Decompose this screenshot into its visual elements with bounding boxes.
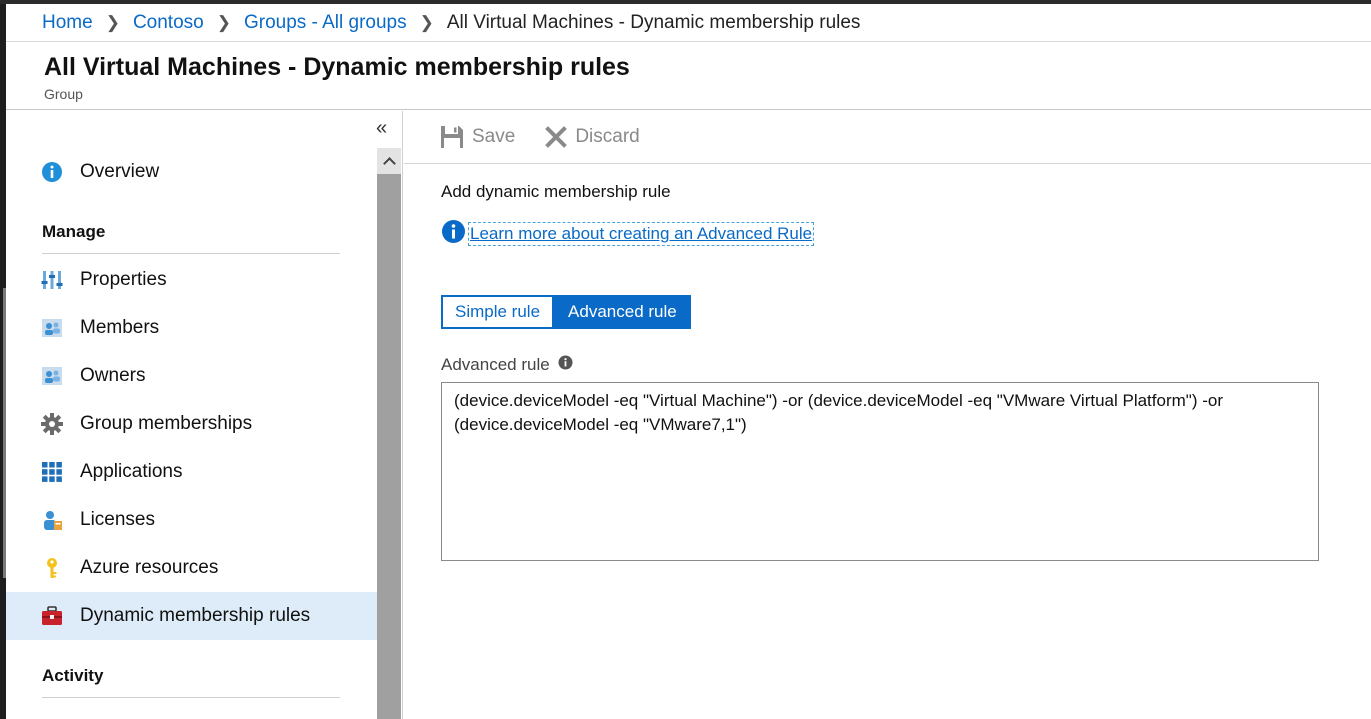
rule-mode-toggle: Simple rule Advanced rule [441,295,691,329]
chevron-right-icon: ❯ [105,12,120,32]
advanced-rule-label-row: Advanced rule [441,355,573,375]
sidebar-item-owners[interactable]: Owners [6,352,377,400]
info-icon [441,219,466,249]
owners-icon [41,365,63,387]
save-label: Save [472,126,516,147]
command-bar: Save Discard [404,111,1371,164]
chevron-right-icon: ❯ [419,12,434,32]
simple-rule-tab[interactable]: Simple rule [441,295,555,329]
sidebar: « Overview Manage Properties Members Own… [6,111,403,719]
sidebar-item-label: Members [80,317,160,338]
advanced-rule-label: Advanced rule [441,355,550,374]
key-icon [41,557,63,579]
sidebar-item-members[interactable]: Members [6,304,377,352]
learn-more-row: Learn more about creating an Advanced Ru… [441,219,815,249]
collapse-sidebar-icon[interactable]: « [376,117,387,140]
page-title: All Virtual Machines - Dynamic membershi… [44,53,630,81]
sidebar-item-licenses[interactable]: Licenses [6,496,377,544]
divider [42,697,340,698]
learn-more-link[interactable]: Learn more about creating an Advanced Ru… [467,222,815,246]
properties-icon [41,269,63,291]
breadcrumb-groups[interactable]: Groups - All groups [244,12,407,34]
section-heading-manage: Manage [42,222,106,241]
sidebar-item-label: Applications [80,461,183,482]
scroll-up-button[interactable] [377,148,401,174]
gear-icon [41,413,63,435]
info-icon[interactable] [558,355,573,375]
applications-grid-icon [41,461,63,483]
sidebar-scrollbar[interactable] [377,148,401,719]
page-subtitle: Group [44,86,83,102]
sidebar-item-label: Azure resources [80,557,219,578]
discard-button[interactable]: Discard [545,126,640,148]
close-icon [545,126,568,148]
members-icon [41,317,63,339]
blade-header: All Virtual Machines - Dynamic membershi… [6,42,1371,110]
sidebar-item-applications[interactable]: Applications [6,448,377,496]
toolbox-icon [41,605,63,627]
info-icon [41,161,63,183]
add-rule-heading: Add dynamic membership rule [441,182,671,201]
advanced-rule-tab[interactable]: Advanced rule [554,295,691,329]
sidebar-item-label: Owners [80,365,146,386]
divider [42,253,340,254]
sidebar-item-label: Overview [80,161,160,182]
section-heading-activity: Activity [42,666,104,685]
advanced-rule-textarea[interactable]: (device.deviceModel -eq "Virtual Machine… [441,382,1319,561]
sidebar-item-properties[interactable]: Properties [6,256,377,304]
chevron-up-icon [382,157,396,170]
breadcrumb-current: All Virtual Machines - Dynamic membershi… [446,11,861,33]
sidebar-item-azure-resources[interactable]: Azure resources [6,544,377,592]
chevron-right-icon: ❯ [216,12,231,32]
discard-label: Discard [575,126,640,147]
sidebar-item-group-memberships[interactable]: Group memberships [6,400,377,448]
sidebar-item-label: Group memberships [80,413,253,434]
breadcrumb: Home ❯ Contoso ❯ Groups - All groups ❯ A… [6,4,1371,42]
breadcrumb-tenant[interactable]: Contoso [133,12,204,34]
sidebar-item-label: Licenses [80,509,155,530]
save-icon [440,125,464,149]
save-button[interactable]: Save [440,125,515,149]
sidebar-item-label: Dynamic membership rules [80,605,311,626]
sidebar-item-overview[interactable]: Overview [6,148,377,196]
sidebar-item-dynamic-membership-rules[interactable]: Dynamic membership rules [6,592,377,640]
sidebar-item-label: Properties [80,269,167,290]
licenses-icon [41,509,63,531]
breadcrumb-home[interactable]: Home [42,12,93,34]
